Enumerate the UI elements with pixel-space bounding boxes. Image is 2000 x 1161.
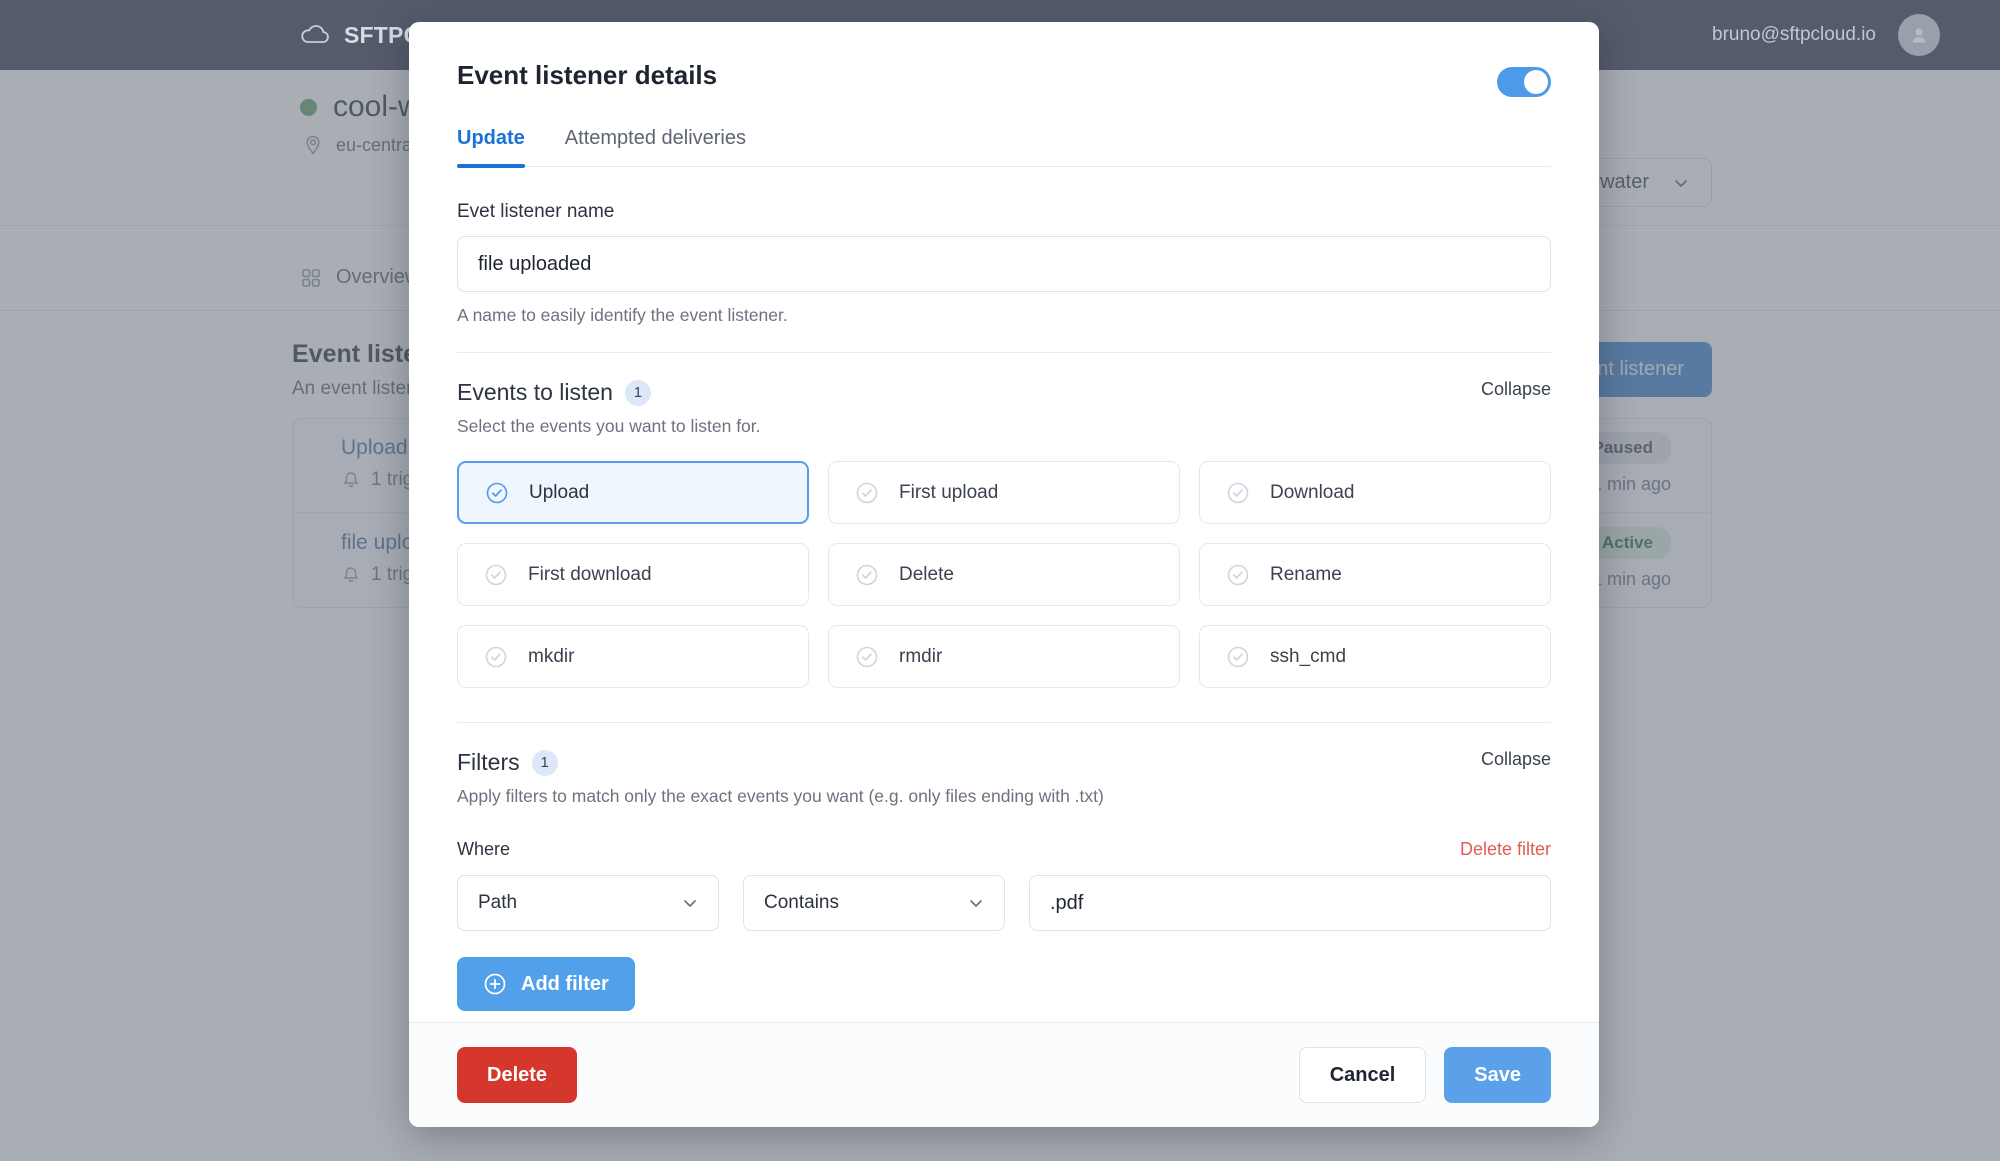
divider	[457, 722, 1551, 723]
event-option-ssh-cmd[interactable]: ssh_cmd	[1199, 625, 1551, 688]
add-filter-label: Add filter	[521, 972, 609, 995]
dialog-body: Evet listener name A name to easily iden…	[409, 167, 1599, 1022]
check-circle-icon	[486, 482, 508, 503]
events-section-header: Events to listen 1 Select the events you…	[457, 379, 1551, 437]
user-email-label: bruno@sftpcloud.io	[1712, 24, 1876, 45]
chevron-down-icon	[970, 900, 982, 907]
event-option-label: ssh_cmd	[1270, 645, 1347, 667]
check-circle-icon	[856, 482, 878, 503]
delete-filter-button[interactable]: Delete filter	[1460, 839, 1551, 860]
filters-section-header: Filters 1 Apply filters to match only th…	[457, 749, 1551, 807]
tab-update[interactable]: Update	[457, 127, 525, 168]
check-circle-icon	[856, 564, 878, 585]
check-circle-icon	[1227, 482, 1249, 503]
events-section-title: Events to listen	[457, 379, 613, 405]
filter-operator-value: Contains	[764, 892, 839, 913]
event-option-mkdir[interactable]: mkdir	[457, 625, 809, 688]
event-option-label: Rename	[1270, 563, 1342, 585]
dialog-tabs: Update Attempted deliveries	[457, 127, 1551, 168]
toggle-knob	[1524, 70, 1548, 94]
filter-field-select[interactable]: Path	[457, 875, 719, 931]
filter-operator-select[interactable]: Contains	[743, 875, 1005, 931]
dialog-header: Event listener details Update Attempted …	[409, 22, 1599, 168]
event-option-label: Delete	[899, 563, 954, 585]
filter-where-label: Where	[457, 839, 511, 859]
filters-collapse-button[interactable]: Collapse	[1481, 749, 1551, 770]
cloud-icon	[301, 25, 329, 43]
plus-circle-icon	[484, 973, 506, 995]
event-option-first-download[interactable]: First download	[457, 543, 809, 606]
event-option-first-upload[interactable]: First upload	[828, 461, 1180, 524]
avatar[interactable]	[1898, 14, 1940, 56]
event-option-label: mkdir	[528, 645, 575, 667]
event-option-label: First upload	[899, 481, 999, 503]
event-option-download[interactable]: Download	[1199, 461, 1551, 524]
event-option-rmdir[interactable]: rmdir	[828, 625, 1180, 688]
check-circle-icon	[856, 646, 878, 667]
tab-attempted-deliveries[interactable]: Attempted deliveries	[565, 127, 746, 166]
event-option-label: rmdir	[899, 645, 943, 667]
event-option-delete[interactable]: Delete	[828, 543, 1180, 606]
filter-field-value: Path	[478, 892, 518, 913]
divider	[457, 352, 1551, 353]
user-avatar-icon	[1912, 28, 1926, 43]
event-option-label: Upload	[529, 481, 590, 503]
add-filter-button[interactable]: Add filter	[457, 957, 635, 1011]
filter-row: Path Contains	[457, 875, 1551, 931]
check-circle-icon	[1227, 564, 1249, 585]
events-count-badge: 1	[624, 379, 651, 406]
dialog-title: Event listener details	[457, 60, 718, 90]
name-field-help: A name to easily identify the event list…	[457, 305, 788, 325]
footer-actions: Cancel Save	[1298, 1047, 1551, 1103]
chevron-down-icon	[684, 900, 696, 907]
enabled-toggle[interactable]	[1497, 67, 1551, 97]
filter-value-input[interactable]	[1029, 875, 1551, 931]
event-option-label: First download	[528, 563, 652, 585]
delete-button[interactable]: Delete	[457, 1047, 578, 1103]
events-section-subtitle: Select the events you want to listen for…	[457, 416, 761, 436]
check-circle-icon	[485, 564, 507, 585]
filter-row-header: Where Delete filter	[457, 839, 1551, 860]
topbar-right-cluster: bruno@sftpcloud.io	[1712, 0, 1940, 70]
check-circle-icon	[1227, 646, 1249, 667]
dialog-footer: Delete Cancel Save	[409, 1022, 1599, 1127]
check-circle-icon	[485, 646, 507, 667]
event-option-rename[interactable]: Rename	[1199, 543, 1551, 606]
cancel-button[interactable]: Cancel	[1298, 1047, 1427, 1103]
event-listener-details-dialog: Event listener details Update Attempted …	[409, 22, 1599, 1127]
filters-section-subtitle: Apply filters to match only the exact ev…	[457, 786, 1104, 806]
filters-count-badge: 1	[531, 749, 558, 776]
event-option-upload[interactable]: Upload	[457, 461, 809, 524]
event-option-label: Download	[1270, 481, 1355, 503]
save-button[interactable]: Save	[1444, 1047, 1551, 1103]
event-listener-name-input[interactable]	[457, 236, 1551, 292]
events-grid: Upload First upload Download First downl…	[457, 461, 1551, 688]
events-collapse-button[interactable]: Collapse	[1481, 379, 1551, 400]
name-field-label: Evet listener name	[457, 201, 615, 222]
filters-section-title: Filters	[457, 749, 520, 775]
